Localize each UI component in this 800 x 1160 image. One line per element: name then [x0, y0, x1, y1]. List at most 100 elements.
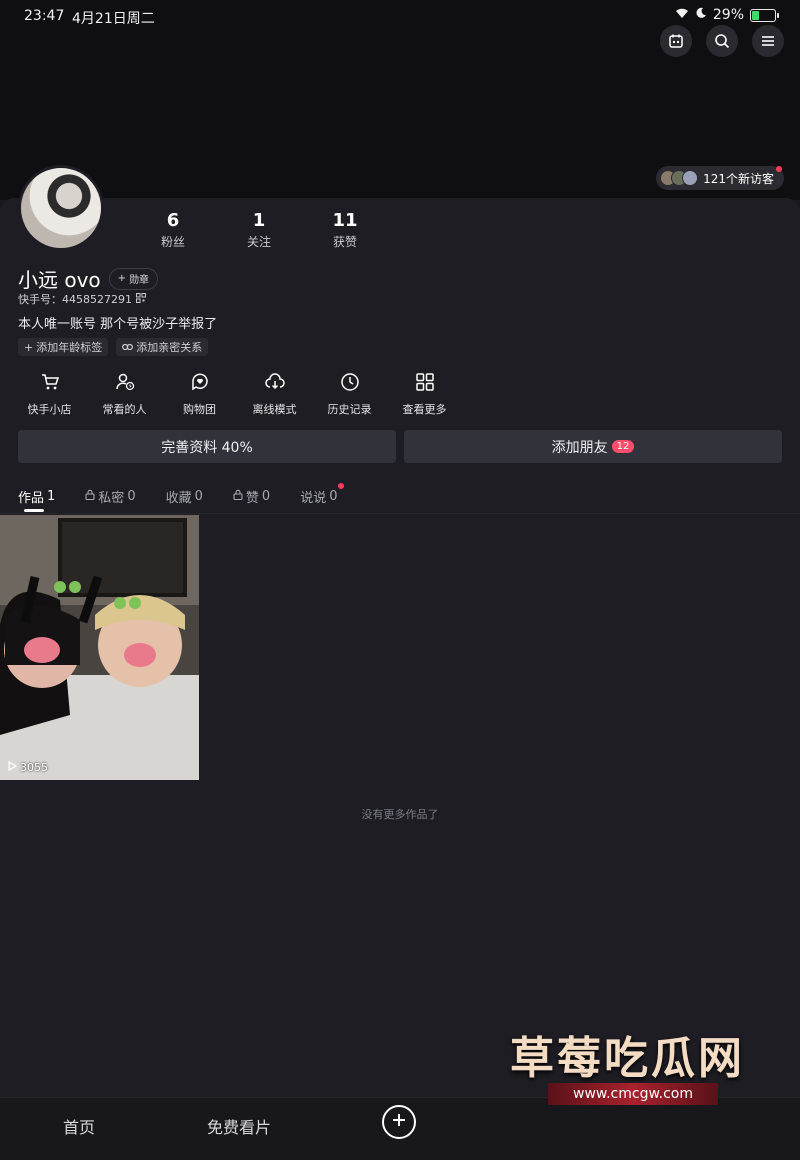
shortcut-more[interactable]: 查看更多 [387, 372, 462, 417]
tab-moments[interactable]: 说说 0 [300, 483, 345, 506]
shortcut-label: 查看更多 [402, 403, 447, 416]
shortcut-label: 快手小店 [27, 403, 72, 416]
badge-button[interactable]: + 勋章 [108, 267, 159, 290]
watermark-title: 草莓吃瓜网 [510, 1033, 745, 1084]
tab-private[interactable]: 私密 0 [85, 487, 136, 506]
add-friend-label: 添加朋友 [551, 439, 608, 456]
shortcut-label: 历史记录 [327, 403, 372, 416]
visitor-avatar [682, 170, 699, 186]
lock-icon [85, 489, 95, 504]
tab-count: 1 [47, 489, 56, 504]
work-thumbnail[interactable]: 3055 [0, 515, 199, 780]
moon-icon [695, 7, 707, 23]
stat-number: 11 [332, 210, 358, 231]
tab-label: 收藏 [165, 491, 192, 506]
battery-percent: 29% [712, 7, 744, 23]
cart-icon [40, 372, 60, 396]
calendar-icon[interactable] [660, 25, 692, 57]
add-friend-count-badge: 12 [611, 440, 635, 453]
active-tab-indicator [24, 509, 44, 512]
visitor-avatars [660, 170, 699, 186]
shortcut-label: 离线模式 [252, 403, 297, 416]
person-clock-icon [115, 372, 135, 396]
tab-label: 说说 [300, 491, 327, 506]
header-actions [660, 25, 784, 57]
shortcut-label: 常看的人 [102, 403, 147, 416]
tag-row: + 添加年龄标签 添加亲密关系 [18, 338, 209, 356]
profile-tabs: 作品 1 私密 0 收藏 0 赞 0 说说 0 [18, 483, 345, 506]
view-count-text: 3055 [20, 761, 48, 774]
shortcut-offline[interactable]: 离线模式 [237, 372, 312, 417]
kwai-id-text: 快手号：4458527291 [18, 293, 132, 306]
profile-screen: 23:47 4月21日周二 29% 121个新访客 6 粉丝 1 关注 11 获… [0, 0, 800, 1160]
view-count: 3055 [7, 760, 48, 774]
work-thumbnail-image [0, 515, 199, 780]
stat-following[interactable]: 1 关注 [216, 210, 302, 250]
shortcut-history[interactable]: 历史记录 [312, 372, 387, 417]
wifi-icon [675, 7, 689, 23]
stat-label: 关注 [246, 235, 271, 249]
nav-home[interactable]: 首页 [63, 1114, 95, 1138]
profile-name: 小远 ovo [18, 268, 101, 292]
stat-label: 获赞 [332, 235, 357, 249]
add-age-tag-button[interactable]: + 添加年龄标签 [18, 338, 109, 356]
status-date: 4月21日周二 [72, 11, 155, 27]
play-icon [7, 760, 18, 774]
battery-level-fill [752, 10, 759, 20]
tab-favorites[interactable]: 收藏 0 [166, 487, 203, 506]
kwai-id[interactable]: 快手号：4458527291 [18, 291, 146, 307]
complete-profile-button[interactable]: 完善资料 40% [18, 430, 396, 463]
tab-likes[interactable]: 赞 0 [233, 487, 270, 506]
link-icon [122, 341, 134, 354]
stat-number: 1 [252, 210, 266, 231]
bottom-nav: 首页 免费看片 [0, 1097, 800, 1160]
menu-icon[interactable] [752, 25, 784, 57]
download-icon [264, 372, 285, 396]
shortcut-label: 购物团 [183, 403, 216, 416]
tab-count: 0 [261, 489, 271, 504]
add-friend-button[interactable]: 添加朋友 12 [404, 430, 782, 463]
search-icon[interactable] [706, 25, 738, 57]
tab-label: 私密 [98, 491, 125, 506]
shortcut-shop[interactable]: 快手小店 [12, 372, 87, 417]
battery-icon [750, 8, 779, 22]
avatar[interactable] [18, 165, 104, 251]
qr-code-icon[interactable] [136, 292, 146, 306]
shortcut-frequent[interactable]: 常看的人 [87, 372, 162, 417]
tag-label: 添加亲密关系 [136, 341, 203, 354]
heart-bubble-icon [190, 372, 210, 396]
status-indicators: 29% [675, 7, 779, 23]
tab-count: 0 [329, 489, 338, 504]
tag-label: 添加年龄标签 [36, 341, 103, 354]
plus-icon [391, 1112, 407, 1132]
profile-stats: 6 粉丝 1 关注 11 获赞 [130, 210, 388, 250]
watermark-url: www.cmcgw.com [548, 1083, 718, 1105]
status-time: 23:47 [24, 8, 65, 24]
action-row: 完善资料 40% 添加朋友 12 [18, 430, 782, 463]
add-relationship-button[interactable]: 添加亲密关系 [116, 338, 209, 356]
stat-number: 6 [166, 210, 180, 231]
create-button[interactable] [382, 1105, 416, 1139]
badge-label: 勋章 [129, 275, 150, 286]
tab-count: 0 [194, 489, 203, 504]
plus-icon: + [24, 340, 34, 354]
lock-icon [233, 489, 243, 504]
tab-works[interactable]: 作品 1 [18, 487, 55, 506]
nav-free-watch[interactable]: 免费看片 [207, 1114, 271, 1138]
shortcut-row: 快手小店 常看的人 购物团 离线模式 历史记录 查看更多 [12, 372, 462, 417]
shortcut-group-buy[interactable]: 购物团 [162, 372, 237, 417]
name-row: 小远 ovo + 勋章 [18, 264, 159, 293]
tab-label: 赞 [245, 491, 259, 506]
clock-icon [340, 372, 360, 396]
stat-followers[interactable]: 6 粉丝 [130, 210, 216, 250]
stat-label: 粉丝 [160, 235, 185, 249]
complete-profile-label: 完善资料 40% [161, 439, 253, 456]
visitors-red-dot [776, 166, 782, 172]
no-more-works-text: 没有更多作品了 [361, 808, 439, 821]
bio-text: 本人唯一账号 那个号被沙子举报了 [18, 317, 218, 332]
grid-icon [415, 372, 435, 396]
new-visitors-button[interactable]: 121个新访客 [656, 166, 784, 190]
stat-likes[interactable]: 11 获赞 [302, 210, 388, 250]
tab-label: 作品 [18, 491, 45, 506]
visitors-text: 121个新访客 [703, 171, 774, 186]
